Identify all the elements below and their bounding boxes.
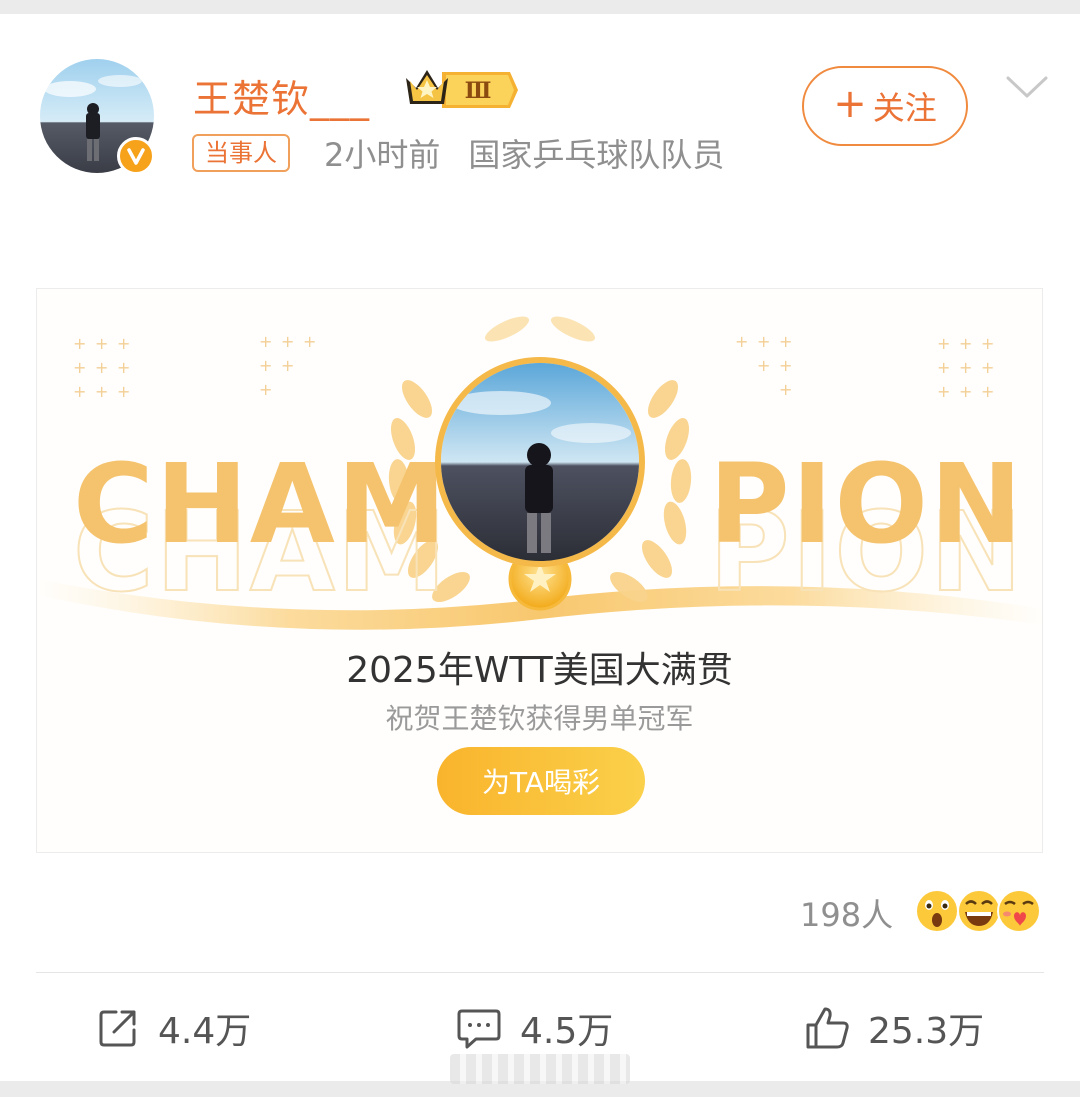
- role-tag: 当事人: [192, 134, 290, 172]
- svg-text:+: +: [95, 334, 108, 353]
- follow-label: 关注: [872, 89, 937, 127]
- svg-text:+: +: [117, 358, 130, 377]
- comment-button[interactable]: 4.5万: [456, 1004, 613, 1052]
- share-button[interactable]: 4.4万: [96, 1004, 251, 1052]
- svg-text:+: +: [779, 332, 792, 351]
- svg-text:+: +: [757, 332, 770, 351]
- champion-word-left: CHAM: [73, 440, 449, 568]
- svg-text:+: +: [937, 358, 950, 377]
- svg-text:+: +: [95, 382, 108, 401]
- weibo-post-card: 王楚钦___ Ⅲ 当事人 2小时前 国家乒乓球队队员 + 关注 + + + + …: [0, 14, 1080, 1084]
- svg-text:+: +: [757, 356, 770, 375]
- svg-text:+: +: [959, 358, 972, 377]
- svg-text:+: +: [117, 334, 130, 353]
- like-count: 25.3万: [868, 1011, 985, 1052]
- svg-text:+: +: [281, 332, 294, 351]
- event-title: 2025年WTT美国大满贯: [346, 650, 733, 691]
- svg-text:+: +: [937, 334, 950, 353]
- divider: [36, 972, 1044, 973]
- champion-banner[interactable]: + + + + + + + + + + + + + + + + + + + + + + + + + + + + +…: [36, 288, 1043, 853]
- cheer-button[interactable]: 为TA喝彩: [437, 747, 645, 815]
- svg-text:+: +: [981, 334, 994, 353]
- svg-text:+: +: [259, 356, 272, 375]
- svg-text:+: +: [73, 358, 86, 377]
- like-button[interactable]: 25.3万: [804, 1004, 984, 1052]
- svg-text:+: +: [117, 382, 130, 401]
- svg-text:+: +: [959, 382, 972, 401]
- user-description: 国家乒乓球队队员: [468, 136, 725, 174]
- username[interactable]: 王楚钦___: [193, 68, 370, 123]
- level-badge-text: Ⅲ: [465, 78, 492, 104]
- post-time: 2小时前: [324, 136, 441, 174]
- champion-word-right: PION: [709, 440, 1025, 568]
- svg-text:+: +: [259, 332, 272, 351]
- svg-text:+: +: [981, 382, 994, 401]
- love-emoji-icon[interactable]: [996, 888, 1042, 934]
- follow-button[interactable]: + 关注: [802, 66, 968, 146]
- post-meta: 2小时前 国家乒乓球队队员: [324, 130, 724, 176]
- svg-text:+: +: [735, 332, 748, 351]
- svg-text:+: +: [281, 356, 294, 375]
- event-subtitle: 祝贺王楚钦获得男单冠军: [385, 702, 694, 735]
- scroll-indicator: [450, 1054, 630, 1084]
- svg-text:+: +: [937, 382, 950, 401]
- banner-athlete-photo: [435, 357, 645, 567]
- svg-text:+: +: [779, 356, 792, 375]
- share-count: 4.4万: [158, 1011, 252, 1052]
- plus-icon: +: [833, 81, 867, 127]
- svg-text:+: +: [303, 332, 316, 351]
- reaction-count[interactable]: 198人: [800, 890, 893, 936]
- chevron-down-icon[interactable]: [1004, 72, 1050, 102]
- comment-count: 4.5万: [520, 1011, 614, 1052]
- surprised-emoji-icon[interactable]: [914, 888, 960, 934]
- comment-icon: [457, 1009, 501, 1049]
- svg-text:+: +: [259, 380, 272, 399]
- svg-text:+: +: [779, 380, 792, 399]
- svg-text:+: +: [73, 382, 86, 401]
- thumbs-up-icon: [806, 1007, 849, 1049]
- verified-v-icon: [117, 137, 155, 175]
- svg-text:+: +: [959, 334, 972, 353]
- svg-text:+: +: [95, 358, 108, 377]
- svg-text:+: +: [981, 358, 994, 377]
- svg-text:+: +: [73, 334, 86, 353]
- membership-crown-icon[interactable]: Ⅲ: [402, 64, 520, 110]
- share-icon: [99, 1010, 136, 1047]
